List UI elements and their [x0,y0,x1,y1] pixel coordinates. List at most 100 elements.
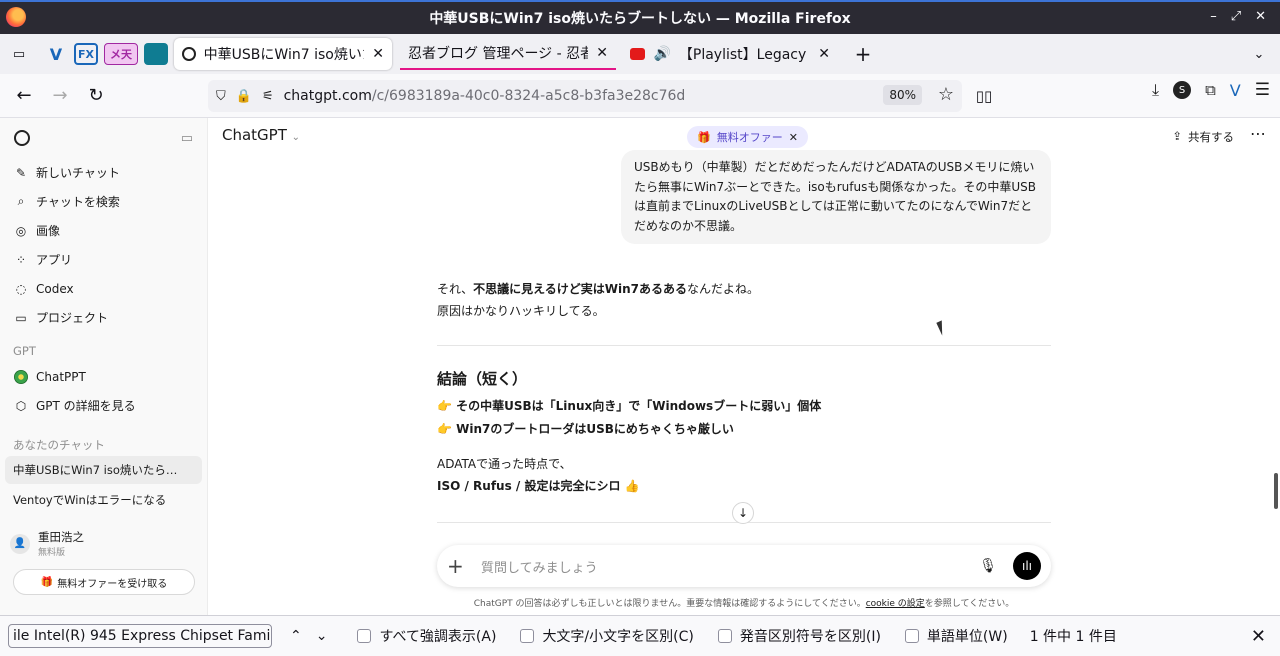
user-profile[interactable]: 👤 重田浩之 無料版 [10,529,84,558]
match-case-checkbox[interactable]: 大文字/小文字を区別(C) [520,626,694,646]
checkbox-box[interactable] [520,629,535,643]
sidebar-item-projects[interactable]: ▭ プロジェクト [0,303,207,332]
whole-words-checkbox[interactable]: 単語単位(W) [904,626,1008,646]
back-icon[interactable]: ← [6,78,42,114]
cube-icon: ⬡ [15,398,27,413]
sidebar-item-codex[interactable]: ◌ Codex [0,274,207,303]
mouse-cursor-icon [936,320,948,336]
scrollbar-thumb[interactable] [1274,473,1278,509]
pinned-tab-vivaldi[interactable]: V [44,43,68,65]
avatar: 👤 [10,533,30,554]
highlight-all-checkbox[interactable]: すべて強調表示(A) [357,626,496,646]
tab-playlist[interactable]: 🔊 【Playlist】Legacy of ✕ [622,38,838,70]
window-titlebar: 中華USBにWin7 iso焼いたらブートしない — Mozilla Firef… [0,0,1280,34]
extensions-icon[interactable]: ⧉ [1205,81,1216,99]
bookmark-star-icon[interactable]: ☆ [938,84,954,105]
iso-line: ISO / Rufus / 設定は完全にシロ 👍 [437,479,640,493]
reload-icon[interactable]: ↻ [78,78,114,114]
tab-overview-icon[interactable]: ▭ [4,39,34,69]
menu-icon[interactable]: ☰ [1255,80,1270,100]
free-offer-pill[interactable]: 🎁 無料オファー ✕ [687,126,808,148]
reader-view-icon[interactable]: ▯▯ [966,78,1002,114]
find-next-icon[interactable]: ⌄ [316,628,328,644]
apps-icon: ⁘ [15,252,27,267]
sidebar-item-label: GPT の詳細を見る [36,399,136,413]
gift-icon: 🎁 [40,576,54,588]
scroll-down-button[interactable]: ↓ [732,502,754,524]
new-tab-button[interactable]: + [848,39,878,69]
reply-intro-line: それ、不思議に見えるけど実はWin7あるあるなんだよね。 [437,278,1051,300]
toggle-sidebar-icon[interactable]: ▭ [181,131,193,146]
downloads-icon[interactable]: ⤓ [1152,80,1159,100]
maximize-icon[interactable]: ⤢ [1231,9,1241,24]
checkbox-box[interactable] [904,629,919,643]
reply-text: なんだよね。 [687,282,760,296]
tab-strip: ▭ V FX メ天 中華USBにWin7 iso焼いた ✕ 忍者ブログ 管理ペー… [0,34,1280,74]
share-button[interactable]: ⇪ 共有する [1172,129,1234,145]
zoom-level[interactable]: 80% [883,85,922,105]
checkbox-box[interactable] [357,629,372,643]
sidebar-item-search[interactable]: ⌕ チャットを検索 [0,187,207,216]
find-input[interactable]: ile Intel(R) 945 Express Chipset Family [8,624,272,648]
checkbox-box[interactable] [717,629,732,643]
add-attachment-icon[interactable]: + [447,554,471,578]
chat-history-item[interactable]: 中華USBにWin7 iso焼いたら… [5,456,202,484]
claim-offer-button[interactable]: 🎁 無料オファーを受け取る [13,569,195,595]
close-tab-icon[interactable]: ✕ [596,45,608,61]
message-input[interactable]: 質問してみましょう [481,557,979,576]
url-bar[interactable]: ⛉ 🔒 ⚟ chatgpt.com/c/6983189a-40c0-8324-a… [208,80,962,112]
divider [437,345,1051,346]
voice-mode-button[interactable]: ılı [1013,552,1041,580]
pinned-tab-teal[interactable] [144,43,168,65]
minimize-icon[interactable]: – [1210,9,1217,24]
assistant-reply-intro: それ、不思議に見えるけど実はWin7あるあるなんだよね。 原因はかなりハッキリし… [437,278,1051,322]
cookie-settings-link[interactable]: cookie の設定 [866,599,925,609]
permissions-icon[interactable]: ⚟ [262,89,274,104]
user-name: 重田浩之 [38,530,84,544]
sidebar-item-apps[interactable]: ⁘ アプリ [0,245,207,274]
share-label: 共有する [1188,130,1234,144]
tab-chatgpt[interactable]: 中華USBにWin7 iso焼いた ✕ [174,38,392,70]
disclaimer-text: を参照してください。 [924,599,1015,609]
tab-ninja-blog[interactable]: 忍者ブログ 管理ページ - 忍者 ✕ [400,38,616,70]
close-tab-icon[interactable]: ✕ [818,46,830,62]
chat-history-item[interactable]: VentoyでWinはエラーになる [5,486,202,514]
lock-icon[interactable]: 🔒 [236,89,252,104]
sidebar-item-images[interactable]: ◎ 画像 [0,216,207,245]
profile-s-icon[interactable]: S [1173,81,1192,99]
conclusion-point-1: 👉 その中華USBは「Linux向き」で「Windowsブートに弱い」個体 [437,399,822,413]
window-controls: – ⤢ ✕ [1210,9,1266,24]
pinned-tab-rakuten[interactable]: メ天 [104,43,138,65]
sidebar-item-chatppt[interactable]: ChatPPT [0,362,207,391]
reply-bold-text: 不思議に見えるけど実はWin7あるある [473,282,688,296]
youtube-favicon-icon [630,48,646,60]
speaker-icon[interactable]: 🔊 [653,46,670,62]
close-window-icon[interactable]: ✕ [1255,9,1266,24]
openai-logo-icon[interactable] [14,130,30,146]
more-options-icon[interactable]: ⋯ [1250,124,1266,143]
match-diacritics-checkbox[interactable]: 発音区別符号を区別(I) [717,626,881,646]
sidebar-item-label: Codex [36,281,74,296]
toolbar-right: ⤓ S ⧉ V ☰ [1152,80,1270,100]
image-icon: ◎ [15,223,27,238]
tab-label: 中華USBにWin7 iso焼いた [203,47,365,63]
tracking-shield-icon[interactable]: ⛉ [216,89,226,104]
model-selector[interactable]: ChatGPT ⌄ [222,126,300,144]
close-tab-icon[interactable]: ✕ [372,46,384,62]
sidebar-item-explore-gpts[interactable]: ⬡ GPT の詳細を見る [0,391,207,420]
chatppt-icon [14,369,28,384]
microphone-icon[interactable]: 🎙 [979,558,997,574]
sidebar-item-new-chat[interactable]: ✎ 新しいチャット [0,158,207,187]
chats-section-header: あなたのチャット [13,438,105,452]
user-plan: 無料版 [38,548,66,558]
find-previous-icon[interactable]: ⌃ [290,628,302,644]
close-icon[interactable]: ✕ [789,131,798,144]
forward-icon[interactable]: → [42,78,78,114]
window-title: 中華USBにWin7 iso焼いたらブートしない — Mozilla Firef… [429,11,851,27]
close-find-bar-icon[interactable]: ✕ [1251,626,1266,647]
message-composer[interactable]: + 質問してみましょう 🎙 ılı [437,545,1051,587]
list-tabs-icon[interactable]: ⌄ [1244,39,1274,69]
pinned-tab-fx[interactable]: FX [74,43,98,65]
extension-v-icon[interactable]: V [1230,81,1241,100]
tab-label: 忍者ブログ 管理ページ - 忍者 [408,46,589,62]
